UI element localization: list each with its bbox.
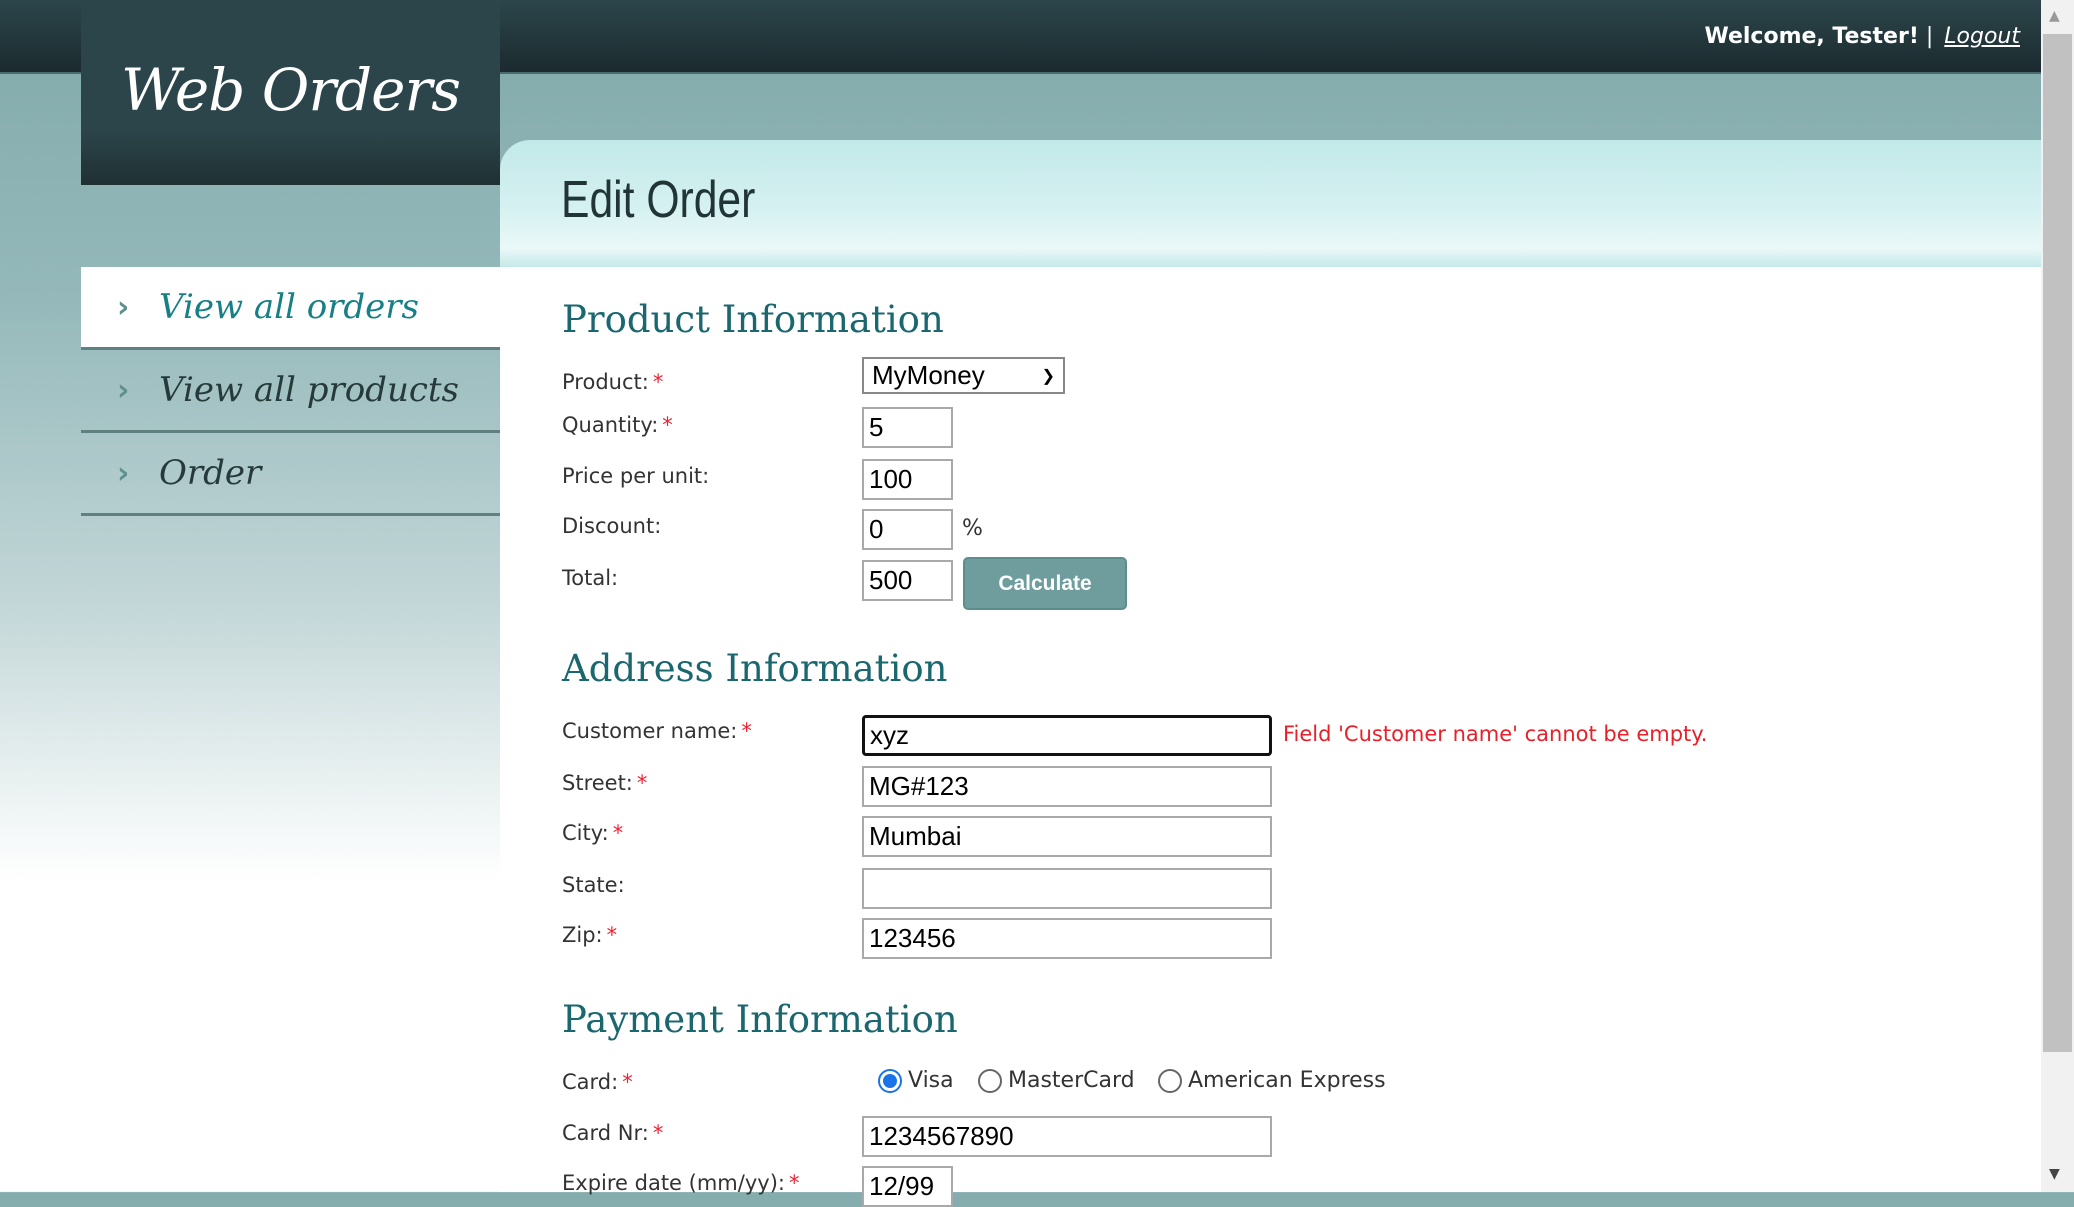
chevron-down-icon: ❯ (1041, 367, 1055, 385)
label-text: Expire date (mm/yy): (562, 1171, 785, 1195)
chevron-right-icon: › (117, 455, 130, 491)
calculate-button[interactable]: Calculate (963, 557, 1127, 610)
card-option-mastercard[interactable]: MasterCard (978, 1068, 1135, 1093)
card-option-amex[interactable]: American Express (1158, 1068, 1386, 1093)
label-text: Card: (562, 1070, 619, 1094)
sidebar-item-view-all-orders[interactable]: › View all orders (81, 267, 500, 350)
label-text: Product: (562, 370, 649, 394)
required-mark: * (652, 1121, 664, 1145)
total-input[interactable]: 500 (862, 560, 953, 601)
label-text: Street: (562, 771, 633, 795)
required-mark: * (622, 1070, 633, 1094)
price-label: Price per unit: (562, 464, 710, 488)
required-mark: * (612, 821, 624, 845)
street-input[interactable]: MG#123 (862, 766, 1272, 807)
sidebar-item-label: Order (159, 453, 262, 493)
product-label: Product: * (562, 370, 663, 394)
expire-date-label: Expire date (mm/yy): * (562, 1171, 799, 1195)
quantity-label: Quantity: * (562, 413, 673, 437)
discount-input[interactable]: 0 (862, 509, 953, 550)
label-text: Zip: (562, 923, 603, 947)
section-heading-payment: Payment Information (562, 998, 958, 1041)
label-text: Card Nr: (562, 1121, 649, 1145)
card-option-visa[interactable]: Visa (878, 1068, 954, 1093)
label-text: Quantity: (562, 413, 659, 437)
sidebar-item-label: View all products (159, 370, 459, 410)
card-label: Card: * (562, 1070, 633, 1094)
required-mark: * (662, 413, 673, 437)
separator: | (1925, 24, 1934, 49)
scrollbar-thumb[interactable] (2043, 34, 2072, 1052)
customer-name-input[interactable]: xyz (862, 715, 1272, 756)
sidebar-item-order[interactable]: › Order (81, 433, 500, 516)
expire-date-input[interactable]: 12/99 (862, 1166, 953, 1207)
street-label: Street: * (562, 771, 647, 795)
welcome-text: Welcome, Tester! (1704, 24, 1919, 49)
validation-error: Field 'Customer name' cannot be empty. (1283, 722, 1708, 746)
user-greeting: Welcome, Tester! | Logout (1704, 24, 2020, 49)
radio-amex[interactable] (1158, 1068, 1182, 1093)
required-mark: * (652, 370, 664, 394)
zip-input[interactable]: 123456 (862, 918, 1272, 959)
city-input[interactable]: Mumbai (862, 816, 1272, 857)
required-mark: * (741, 719, 752, 743)
required-mark: * (636, 771, 648, 795)
radio-visa[interactable] (878, 1068, 902, 1093)
radio-mastercard[interactable] (978, 1068, 1002, 1093)
logout-link[interactable]: Logout (1944, 24, 2020, 49)
section-heading-product: Product Information (562, 298, 944, 341)
page-title: Edit Order (561, 171, 756, 229)
discount-label: Discount: (562, 514, 662, 538)
radio-label: MasterCard (1008, 1068, 1135, 1093)
customer-name-label: Customer name: * (562, 719, 752, 743)
product-select[interactable]: MyMoney ❯ (862, 357, 1065, 394)
zip-label: Zip: * (562, 923, 617, 947)
price-input[interactable]: 100 (862, 459, 953, 500)
logo: Web Orders (81, 0, 500, 185)
percent-sign: % (962, 516, 983, 541)
chevron-right-icon: › (117, 289, 130, 325)
radio-label: American Express (1188, 1068, 1386, 1093)
label-text: Customer name: (562, 719, 738, 743)
required-mark: * (606, 923, 618, 947)
sidebar-item-view-all-products[interactable]: › View all products (81, 350, 500, 433)
required-mark: * (788, 1171, 800, 1195)
label-text: City: (562, 821, 609, 845)
card-number-label: Card Nr: * (562, 1121, 663, 1145)
section-heading-address: Address Information (562, 647, 948, 690)
chevron-right-icon: › (117, 372, 130, 408)
state-label: State: (562, 873, 625, 897)
quantity-input[interactable]: 5 (862, 407, 953, 448)
total-label: Total: (562, 566, 619, 590)
scroll-up-icon[interactable]: ▲ (2049, 8, 2060, 24)
card-number-input[interactable]: 1234567890 (862, 1116, 1272, 1157)
scroll-down-icon[interactable]: ▼ (2049, 1166, 2060, 1182)
state-input[interactable] (862, 868, 1272, 909)
product-value: MyMoney (872, 360, 985, 390)
city-label: City: * (562, 821, 623, 845)
app-title: Web Orders (121, 56, 461, 124)
sidebar-item-label: View all orders (159, 287, 419, 327)
radio-label: Visa (908, 1068, 954, 1093)
